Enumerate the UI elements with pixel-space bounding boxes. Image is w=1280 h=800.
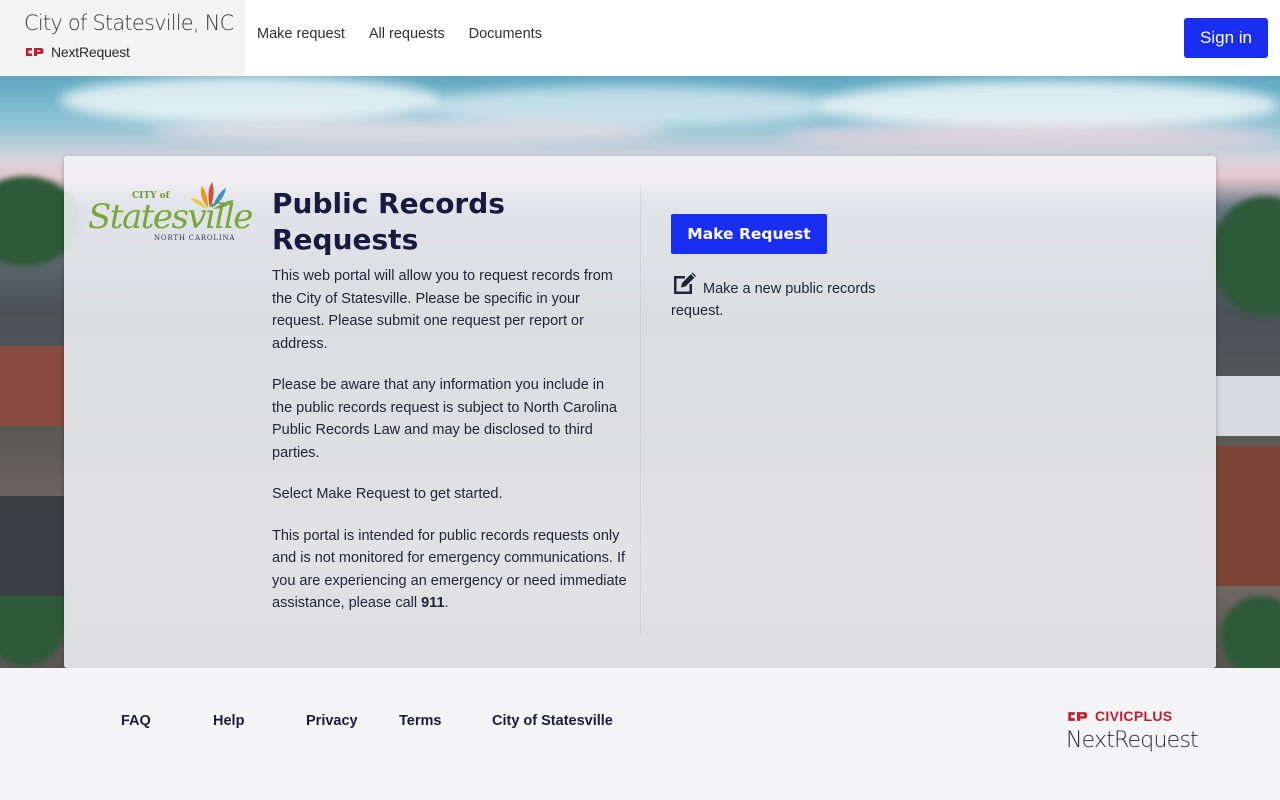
brand-block[interactable]: City of Statesville, NC NextRequest (0, 0, 245, 76)
page-title: Public Records Requests (272, 187, 505, 256)
footer: FAQ Help Privacy Terms City of Statesvil… (0, 668, 1280, 800)
emergency-suffix: . (444, 595, 449, 611)
nav-all-requests[interactable]: All requests (369, 26, 445, 42)
make-request-button[interactable]: Make Request (671, 214, 827, 254)
civicplus-brand: CIVICPLUS (1066, 708, 1206, 724)
footer-link-privacy[interactable]: Privacy (306, 713, 358, 729)
logo-city-name: Statesville (88, 197, 252, 237)
civicplus-nextrequest-logo[interactable]: CIVICPLUS NextRequest (1066, 708, 1206, 753)
nextrequest-text: NextRequest (1066, 728, 1199, 753)
site-title[interactable]: City of Statesville, NC (24, 11, 245, 35)
make-request-description: Make a new public records request. (671, 270, 911, 322)
nav-documents[interactable]: Documents (469, 26, 542, 42)
get-started-paragraph: Select Make Request to get started. (272, 486, 503, 502)
main-nav: Make request All requests Documents (257, 26, 542, 42)
footer-link-faq[interactable]: FAQ (121, 713, 151, 729)
top-header: City of Statesville, NC NextRequest Make… (0, 0, 1280, 76)
emergency-number: 911 (421, 595, 445, 611)
emergency-paragraph: This portal is intended for public recor… (272, 525, 628, 615)
card-divider (640, 186, 641, 636)
civicplus-mark-icon (1068, 711, 1088, 721)
privacy-paragraph: Please be aware that any information you… (272, 377, 617, 461)
intro-paragraph: This web portal will allow you to reques… (272, 268, 613, 352)
make-request-desc-text: Make a new public records request. (671, 281, 876, 319)
civicplus-logo-icon (26, 48, 44, 56)
footer-link-city[interactable]: City of Statesville (492, 713, 613, 729)
footer-link-help[interactable]: Help (213, 713, 244, 729)
brand-subline: NextRequest (24, 44, 245, 60)
intro-text: This web portal will allow you to reques… (272, 265, 628, 634)
civicplus-text: CIVICPLUS (1095, 708, 1173, 724)
sign-in-button[interactable]: Sign in (1184, 18, 1268, 58)
logo-state: NORTH CAROLINA (154, 234, 235, 242)
city-of-statesville-logo: CITY of Statesville NORTH CAROLINA (88, 182, 252, 242)
edit-icon (674, 272, 696, 294)
nav-make-request[interactable]: Make request (257, 26, 345, 42)
intro-card: CITY of Statesville NORTH CAROLINA Publi… (64, 156, 1216, 668)
emergency-text: This portal is intended for public recor… (272, 527, 627, 612)
footer-link-terms[interactable]: Terms (399, 713, 441, 729)
brand-name: NextRequest (51, 44, 130, 60)
